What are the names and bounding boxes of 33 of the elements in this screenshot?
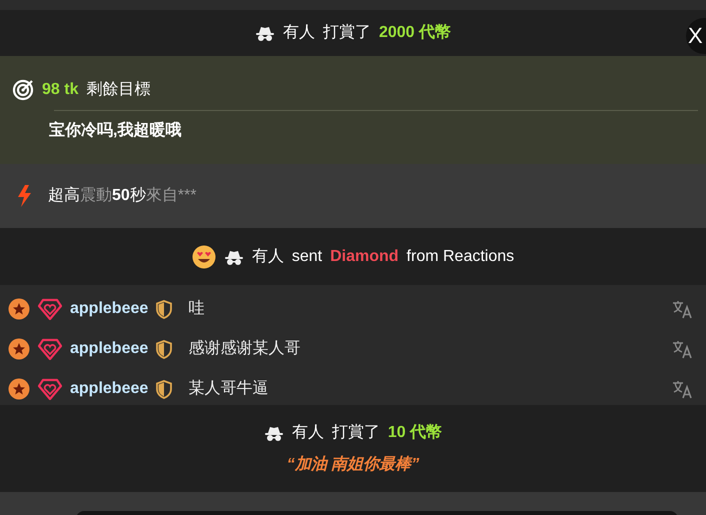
heart-eyes-emoji bbox=[192, 244, 216, 268]
shield-icon bbox=[156, 340, 172, 358]
chat-message: 某人哥牛逼 bbox=[188, 378, 270, 399]
translate-icon[interactable] bbox=[672, 339, 692, 359]
shield-icon bbox=[156, 380, 172, 398]
chat-message: 感谢感谢某人哥 bbox=[188, 338, 302, 359]
gem-heart-icon bbox=[38, 378, 62, 400]
gem-heart-icon bbox=[38, 338, 62, 360]
goal-amount: 98 tk bbox=[42, 80, 78, 100]
incognito-icon bbox=[264, 424, 284, 440]
lightning-icon bbox=[16, 185, 32, 207]
star-badge-icon bbox=[8, 298, 30, 320]
shield-icon bbox=[156, 300, 172, 318]
chat-username: applebeee bbox=[70, 299, 148, 319]
translate-icon[interactable] bbox=[672, 379, 692, 399]
chat-username: applebeee bbox=[70, 339, 148, 359]
vibration-text: 超高震動50秒來自*** bbox=[48, 186, 196, 206]
chat-message: 哇 bbox=[188, 298, 206, 319]
gem-heart-icon bbox=[38, 298, 62, 320]
incognito-icon bbox=[254, 25, 275, 41]
star-badge-icon bbox=[8, 338, 30, 360]
goal-label: 剩餘目標 bbox=[86, 80, 150, 100]
close-button[interactable]: X bbox=[686, 18, 706, 54]
target-icon bbox=[12, 78, 34, 100]
tip-message: “加油 南姐你最棒” bbox=[286, 454, 420, 474]
tip-text: 有人 打賞了 2000 代幣 bbox=[282, 22, 452, 43]
chat-username: applebeee bbox=[70, 379, 148, 399]
star-badge-icon bbox=[8, 378, 30, 400]
incognito-icon bbox=[224, 248, 244, 264]
goal-subject: 宝你冷吗,我超暖哦 bbox=[48, 120, 182, 140]
translate-icon[interactable] bbox=[672, 299, 692, 319]
tip-text: 有人 sent Diamond from Reactions bbox=[252, 246, 514, 266]
tip-text: 有人 打賞了 10 代幣 bbox=[292, 422, 442, 442]
